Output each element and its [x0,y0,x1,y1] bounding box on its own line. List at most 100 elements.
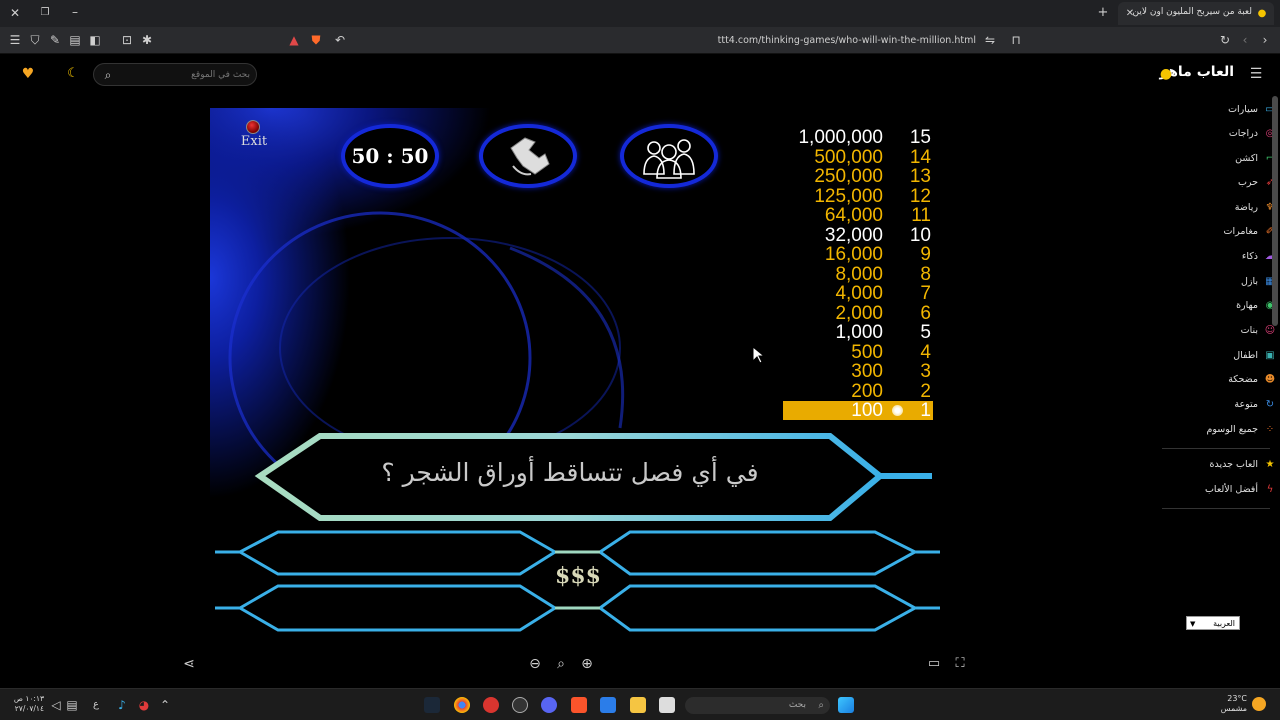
microphone-icon[interactable]: ♪ [114,697,130,713]
sidebar-item-action[interactable]: ⌐ اكشن [1158,149,1274,169]
input-language[interactable]: ع [88,697,104,713]
sidebar-item-new-games[interactable]: ★ العاب جديدة [1158,455,1275,475]
steam-icon[interactable] [424,697,440,713]
prize-row-level-2: 200 2 [783,382,933,401]
zoom-reset-icon[interactable]: ⌕ [553,656,569,672]
weather-widget[interactable]: 23°C مشمس [1215,694,1247,714]
answer-frame-b[interactable] [597,530,919,576]
sidebar-item-top-games[interactable]: ϟ أفضل الألعاب [1158,480,1273,500]
answer-frame-c[interactable] [237,584,558,632]
search-icon[interactable]: ⌕ [100,67,116,83]
sidebar-item-misc[interactable]: ↻ متوعة [1158,395,1274,415]
share-page-icon[interactable]: ↶ [332,32,348,48]
brave-icon[interactable] [571,697,587,713]
close-window-icon[interactable]: ✕ [7,5,23,21]
prize-level: 15 [909,127,931,148]
os-taskbar: ١٠:١٣ ص ٢٧/٠٧/١٤ ◁ ▤ ع ♪ ◕ ⌃ بحث ⌕ 23°C … [0,688,1280,720]
prize-amount: 2,000 [835,302,883,324]
zoom-out-icon[interactable]: ⊖ [527,656,543,672]
game-controls: ⋖ ⊖ ⌕ ⊕ ▭ ⛶ [170,650,980,680]
brave-shield-icon[interactable]: ⛊ [308,32,324,48]
sidebar-item-intelligence[interactable]: ☁ ذكاء [1158,247,1275,267]
prize-level: 9 [920,244,931,265]
kids-icon: ▣ [1265,350,1275,361]
forward-icon[interactable]: › [1257,32,1273,48]
bookmark-icon[interactable]: ⊓ [1008,32,1024,48]
theater-mode-icon[interactable]: ▭ [926,656,942,672]
discord-icon[interactable] [541,697,557,713]
new-tab-icon[interactable]: + [1095,5,1111,21]
pin-icon[interactable]: ✎ [47,32,63,48]
file-explorer-icon[interactable] [630,697,646,713]
prize-amount: 500,000 [814,146,883,168]
sidebar-item-puzzle[interactable]: ▦ بازل [1158,272,1275,292]
volume-icon[interactable]: ◁ [48,697,64,713]
heart-icon[interactable]: ♥ [20,66,36,82]
sidebar-item-adventure[interactable]: ✐ مغامرات [1158,222,1275,242]
address-bar[interactable]: ttt4.com/thinking-games/who-will-win-the… [350,31,1030,50]
smile-icon: ☻ [1264,374,1276,385]
share-icon[interactable]: ⋖ [181,656,197,672]
lifeline-phone-friend[interactable] [479,124,577,188]
sidebar-item-war[interactable]: ➶ حرب [1158,173,1274,193]
sidebar-item-bikes[interactable]: ◎ دراجات [1158,124,1275,144]
fullscreen-icon[interactable]: ⛶ [952,656,968,672]
screenshot-icon[interactable]: ⊡ [119,32,135,48]
site-settings-icon[interactable]: ⇋ [982,32,998,48]
store-icon[interactable] [600,697,616,713]
chrome-icon[interactable] [454,697,470,713]
answer-frame-d[interactable] [597,584,919,632]
sidebar-item-cars[interactable]: ▭ سيارات [1158,100,1275,120]
prize-level: 14 [909,146,931,168]
menu-icon[interactable]: ☰ [7,32,23,48]
sidebar-item-all-tags[interactable]: ⁘ جميع الوسوم [1158,420,1275,440]
network-icon[interactable]: ▤ [64,697,80,713]
hamburger-menu-icon[interactable]: ☰ [1248,66,1264,82]
github-icon[interactable] [512,697,528,713]
restore-window-icon[interactable]: ❐ [37,5,53,21]
back-icon[interactable]: ‹ [1237,32,1253,48]
page-scrollbar[interactable] [1272,96,1278,326]
search-input[interactable] [120,67,250,83]
sidebar-divider [1162,508,1270,509]
zoom-in-icon[interactable]: ⊕ [579,656,595,672]
tabs-icon[interactable]: ▤ [67,32,83,48]
media-app-icon[interactable] [483,697,499,713]
prize-level: 12 [909,185,931,207]
task-view-icon[interactable] [659,697,675,713]
sidebar-item-skill[interactable]: ◉ مهارة [1158,296,1274,316]
sidebar-item-kids[interactable]: ▣ اطفال [1158,346,1275,366]
prize-amount: 100 [851,400,883,421]
game-canvas[interactable]: Exit 50 : 50 1,000,000 15 500,000 14 250,000… [210,108,940,639]
tray-app-icon[interactable]: ◕ [136,697,152,713]
url-text: ttt4.com/thinking-games/who-will-win-the… [717,35,976,46]
rewards-icon[interactable]: ▲ [286,32,302,48]
sidebar-icon[interactable]: ◧ [87,32,103,48]
prize-level: 7 [920,283,931,304]
bolt-icon: ϟ [1266,484,1274,495]
taskbar-search[interactable]: بحث ⌕ [685,697,830,714]
lifeline-ask-audience[interactable] [620,124,718,188]
prize-amount: 16,000 [824,244,883,265]
extensions-icon[interactable]: ✱ [139,32,155,48]
prize-row-level-12: 125,000 12 [783,187,933,206]
logo-emoji-icon: ● [1159,66,1173,82]
lifeline-fifty-fifty[interactable]: 50 : 50 [341,124,439,188]
prize-row-level-9: 16,000 9 [783,245,933,264]
exit-button[interactable]: Exit [232,120,272,150]
sidebar-item-girls[interactable]: ☺ بنات [1158,321,1276,341]
shield-icon[interactable]: ⛉ [27,32,43,48]
sidebar-item-funny[interactable]: ☻ مضحكة [1158,370,1275,390]
clock[interactable]: ١٠:١٣ ص ٢٧/٠٧/١٤ [8,694,44,714]
windows-start-icon[interactable] [838,697,854,713]
answer-frame-a[interactable] [236,530,558,576]
dark-mode-moon-icon[interactable]: ☾ [65,66,81,82]
chevron-up-icon[interactable]: ⌃ [157,697,173,713]
language-select[interactable]: العربية ▼ [1186,616,1240,630]
tab-title: لعبة من سيربح المليون اون لاين [1132,7,1252,17]
prize-level: 2 [920,380,931,402]
active-tab[interactable]: ✕ لعبة من سيربح المليون اون لاين ● [1118,2,1274,25]
sidebar-item-sports[interactable]: ♆ رياضة [1158,198,1275,218]
reload-icon[interactable]: ↻ [1217,32,1233,48]
minimize-window-icon[interactable]: – [67,4,83,20]
